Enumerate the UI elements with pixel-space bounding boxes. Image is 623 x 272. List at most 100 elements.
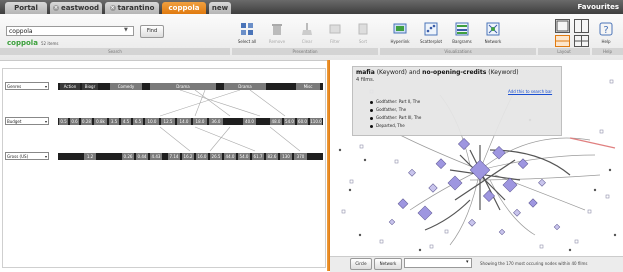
group-label-help: Help [592,48,623,55]
layout-rows-icon[interactable] [555,35,570,47]
tooltip-film[interactable]: Godfather, The [370,107,406,112]
sort-icon [358,23,368,35]
chevron-down-icon: ▾ [44,154,47,159]
bargram-attr-select[interactable]: Genres ▾ [5,82,49,90]
tooltip-film[interactable]: Departed, The [370,123,405,128]
bargram-chip[interactable]: 0.8k [94,118,107,125]
chevron-down-icon: ▾ [44,119,47,124]
context-name: coppola [7,39,38,47]
close-icon[interactable]: × [109,5,116,11]
bargram-attr-select[interactable]: Budget ▾ [5,117,49,125]
tool-label: Remove [268,39,286,44]
scatterplot-icon [424,22,438,36]
node-filter-select[interactable] [404,258,472,268]
bargram-chip[interactable]: 18.0 [193,118,207,125]
bargram-chip[interactable]: 82.6 [266,153,278,160]
bargram-chip[interactable]: 44.0 [224,153,236,160]
bargram-chip[interactable]: 12.5 [161,118,175,125]
bargram-chip[interactable]: Drama [224,83,266,90]
favourites-link[interactable]: Favourites [577,2,619,12]
tab-coppola[interactable]: coppola [162,2,206,14]
sort-button[interactable]: Sort [349,22,377,44]
tool-label: Filter [330,39,340,44]
bargram-chip[interactable]: Action [60,83,80,90]
tooltip-film[interactable]: Godfather: Part III, The [370,115,421,120]
help-button[interactable]: ? Help [593,22,619,44]
tab-label: coppola [168,4,200,12]
bargram-chip[interactable]: 0.44 [136,153,148,160]
tool-label: Bargrams [452,39,472,44]
find-button[interactable]: Find [140,25,164,38]
bargram-chip[interactable]: 60.0 [297,118,308,125]
bargram-chip[interactable]: 14.0 [177,118,191,125]
hyperlink-button[interactable]: Hyperlink [386,22,414,44]
bargram-chip[interactable]: 1.2 [84,153,96,160]
bargram-chip[interactable]: 6.5 [133,118,143,125]
bargram-chip[interactable]: 40.0 [243,118,256,125]
layout-single-icon[interactable] [555,19,570,33]
help-icon: ? [599,22,613,36]
network-button[interactable]: Network [479,22,507,44]
tab-tarantino[interactable]: × tarantino [105,2,159,14]
hyperlink-icon [393,23,407,34]
chevron-down-icon: ▾ [44,84,47,89]
bargram-chip[interactable]: 10.0 [145,118,159,125]
group-label-search: Search [0,48,230,55]
bargram-chip[interactable]: 36.0 [209,118,223,125]
attr-label: Gross (US) [7,154,29,159]
tab-label: Portal [14,4,38,12]
tab-eastwood[interactable]: × eastwood [50,2,102,14]
bargram-chip[interactable]: Comedy [110,83,142,90]
bargram-chip[interactable]: 0.5 [59,118,68,125]
bargram-chip[interactable]: 26.5 [210,153,222,160]
circle-layout-button[interactable]: Circle [350,258,372,270]
layout-split-icon[interactable] [574,19,589,33]
chevron-down-icon[interactable]: ▼ [124,27,128,33]
bargram-chip[interactable]: 48.0 [270,118,282,125]
bargram-chip[interactable]: 4.43 [150,153,162,160]
tooltip-keyword: mafia [356,69,375,76]
bargram-chip[interactable]: 16.0 [196,153,208,160]
tab-portal[interactable]: Portal [5,2,47,14]
bargram-chip[interactable]: 0.6 [70,118,79,125]
bargram-chip[interactable]: 7.14 [168,153,180,160]
bargram-icon [455,22,469,36]
tool-label: Scatterplot [419,39,443,44]
bargram-chip[interactable]: 0.26 [122,153,134,160]
filter-button[interactable]: Filter [321,22,349,44]
search-input[interactable]: coppola [6,26,134,36]
select-all-button[interactable]: Select all [233,22,261,44]
clear-button[interactable]: Clear [293,22,321,44]
bargram-chip[interactable]: 130 [280,153,292,160]
bargram-links [159,89,301,152]
add-to-search-link[interactable]: Add this to search bar [508,89,552,94]
bargram-chip[interactable]: Misc [296,83,320,90]
bargram-chip[interactable]: Biogr [82,83,98,90]
filter-icon [329,24,341,34]
bargram-chip[interactable]: 4.5 [121,118,131,125]
tooltip-film[interactable]: Godfather: Part II, The [370,99,420,104]
bargram-attr-select[interactable]: Gross (US) ▾ [5,152,49,160]
tooltip-count: 4 films. [356,77,375,83]
chevron-down-icon[interactable]: ▾ [466,259,469,265]
remove-button[interactable]: Remove [263,22,291,44]
network-layout-button[interactable]: Network [374,258,402,270]
bargram-chip[interactable]: 110.0 [310,118,322,125]
tab-new[interactable]: new [209,2,231,14]
close-icon[interactable]: × [52,5,59,11]
tool-label: Clear [301,39,313,44]
bargram-chip[interactable]: 54.0 [284,118,295,125]
bargram-chip[interactable]: 0.28 [81,118,92,125]
bargram-button[interactable]: Bargrams [448,22,476,44]
layout-grid-icon[interactable] [574,35,589,47]
bargram-chip[interactable]: 3.5 [109,118,119,125]
bargram-chip[interactable]: 61.7 [252,153,264,160]
bargram-chip[interactable]: 370 [294,153,307,160]
tool-label: Help [601,39,611,44]
bargram-chip[interactable]: 16.2 [182,153,194,160]
tool-label: Select all [237,39,257,44]
tooltip-conjunction: and [408,69,421,76]
scatterplot-button[interactable]: Scatterplot [417,22,445,44]
bargram-chip[interactable]: Drama [150,83,216,90]
bargram-chip[interactable]: 54.0 [238,153,250,160]
